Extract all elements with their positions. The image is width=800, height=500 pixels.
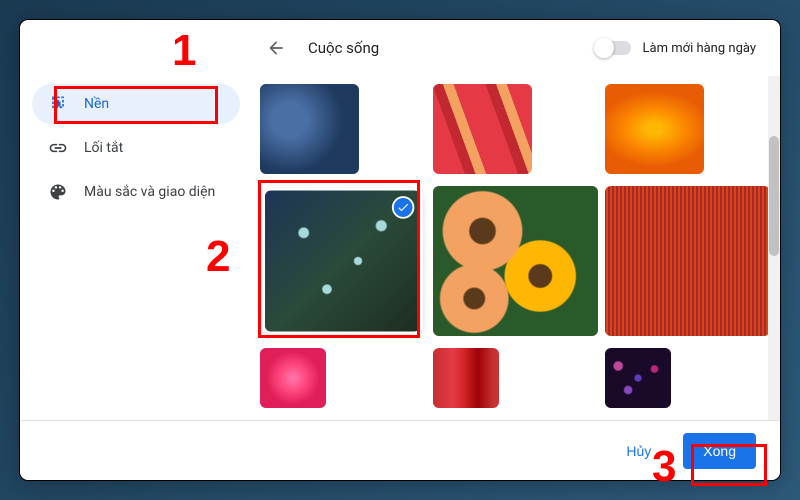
background-thumbnail[interactable]	[433, 348, 499, 408]
dialog-header: Cuộc sống Làm mới hàng ngày	[20, 20, 780, 76]
sidebar-item-label: Lối tắt	[84, 140, 123, 156]
refresh-toggle-label: Làm mới hàng ngày	[643, 41, 756, 56]
background-thumbnail[interactable]	[260, 84, 359, 174]
background-thumbnail[interactable]	[605, 186, 770, 336]
customize-dialog: Cuộc sống Làm mới hàng ngày Nền Lối tắt	[20, 20, 780, 480]
arrow-left-icon	[266, 38, 286, 58]
sidebar-item-theme[interactable]: Màu sắc và giao diện	[32, 172, 240, 212]
check-icon	[392, 196, 415, 219]
background-thumbnail[interactable]	[433, 186, 598, 336]
cancel-button[interactable]: Hủy	[606, 433, 671, 469]
background-grid-container	[252, 76, 780, 420]
dialog-footer: Hủy Xong	[20, 420, 780, 480]
header-title: Cuộc sống	[308, 39, 581, 57]
refresh-daily-toggle[interactable]	[597, 41, 631, 55]
background-thumbnail[interactable]	[605, 348, 671, 408]
link-icon	[48, 138, 68, 158]
background-thumbnail[interactable]	[605, 84, 704, 174]
sidebar-item-label: Màu sắc và giao diện	[84, 184, 215, 200]
sidebar: Nền Lối tắt Màu sắc và giao diện	[20, 76, 252, 420]
refresh-toggle-group: Làm mới hàng ngày	[597, 41, 756, 56]
background-thumbnail-selected[interactable]	[265, 191, 420, 332]
background-icon	[48, 94, 68, 114]
dialog-body: Nền Lối tắt Màu sắc và giao diện	[20, 76, 780, 420]
sidebar-item-background[interactable]: Nền	[32, 84, 240, 124]
done-button[interactable]: Xong	[683, 433, 756, 469]
sidebar-item-label: Nền	[84, 96, 109, 112]
sidebar-item-shortcuts[interactable]: Lối tắt	[32, 128, 240, 168]
background-grid	[260, 84, 766, 408]
scrollbar[interactable]	[768, 76, 780, 420]
palette-icon	[48, 182, 68, 202]
background-thumbnail[interactable]	[433, 84, 532, 174]
background-thumbnail[interactable]	[260, 348, 326, 408]
scrollbar-thumb[interactable]	[769, 136, 779, 256]
back-button[interactable]	[260, 32, 292, 64]
